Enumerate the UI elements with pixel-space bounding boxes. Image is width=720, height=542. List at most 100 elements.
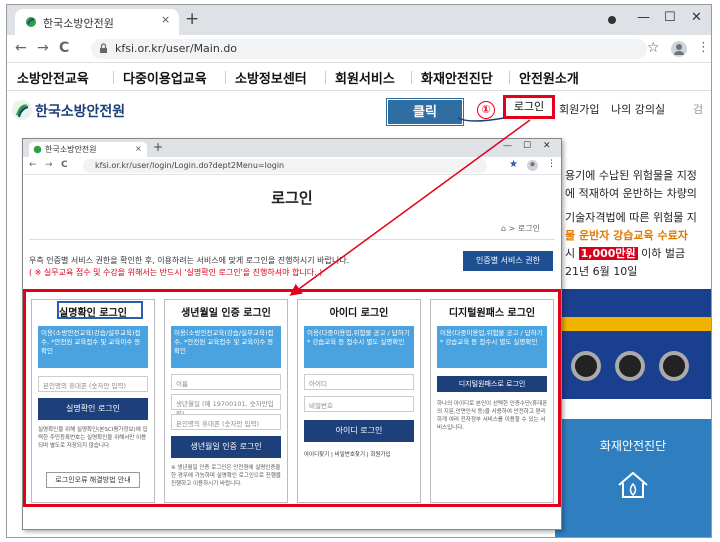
birthdate-login-info: 이용(소방안전교육(강습/실무교육)접수, *안전원 교육접수 및 교육이수 등… — [171, 326, 281, 368]
more-menu-icon[interactable]: ⋮ — [697, 40, 710, 55]
my-courses-link[interactable]: 나의 강의실 — [611, 101, 665, 117]
notice-banner: 용기에 수납된 위험물을 지정 에 적재하여 운반하는 차량의 기술자격법에 따… — [555, 139, 711, 537]
inner-new-tab-button[interactable]: + — [153, 140, 163, 154]
maximize-button[interactable]: ☐ — [664, 10, 676, 25]
record-icon[interactable] — [607, 15, 617, 25]
bookmark-star-icon[interactable]: ☆ — [647, 40, 660, 56]
id-login-panel: 아이디 로그인 이용(다중이용업,위험물 공고 / 답하기 * 강습교육 등 접… — [297, 299, 421, 503]
breadcrumb: ⌂ > 로그인 — [501, 224, 540, 233]
login-instructions: 우측 인증별 서비스 권한을 확인한 후, 이용하려는 서비스에 맞게 로그인을… — [29, 256, 350, 265]
close-window-button[interactable]: ✕ — [691, 10, 702, 25]
inner-address-bar[interactable]: kfsi.or.kr/user/login/Login.do?dept2Menu… — [83, 159, 487, 173]
login-warning: ( ※ 실무교육 접수 및 수강을 위해서는 반드시 '실명확인 로그인'을 진… — [29, 268, 323, 277]
lock-icon — [100, 43, 107, 53]
menu-divider — [325, 71, 326, 84]
menu-item-about[interactable]: 안전원소개 — [519, 68, 579, 87]
id-login-title: 아이디 로그인 — [329, 308, 389, 319]
inner-bookmark-star-icon[interactable]: ★ — [509, 159, 518, 170]
reload-button[interactable]: C — [59, 40, 69, 56]
banner-fine-suffix: 이하 벌금 — [637, 247, 686, 260]
menu-item-diagnosis[interactable]: 화재안전진단 — [421, 68, 493, 87]
forward-button[interactable]: → — [37, 40, 49, 56]
menu-item-multiuse[interactable]: 다중이용업교육 — [123, 68, 207, 87]
realname-login-button[interactable]: 실명확인 로그인 — [38, 398, 148, 420]
inner-tab-title: 한국소방안전원 — [45, 145, 97, 154]
inner-minimize-button[interactable]: — — [503, 141, 512, 151]
menu-item-education[interactable]: 소방안전교육 — [17, 68, 89, 87]
banner-line: 기술자격법에 따른 위험물 지 — [565, 211, 697, 224]
inner-forward-button[interactable]: → — [45, 160, 53, 170]
onepass-login-info: 이용(다중이용업,위험물 공고 / 답하기 * 강습교육 등 접수시 별도 실명… — [437, 326, 547, 368]
divider — [29, 239, 555, 240]
menu-divider — [509, 71, 510, 84]
profile-icon[interactable] — [671, 41, 687, 57]
inner-tab-close-icon[interactable]: × — [135, 144, 142, 153]
onepass-login-title: 디지털원패스 로그인 — [448, 308, 536, 319]
site-header: 한국소방안전원 클릭 ① 로그인 회원가입 나의 강의실 검 — [7, 91, 711, 133]
menu-item-info-center[interactable]: 소방정보센터 — [235, 68, 307, 87]
truck-wheel — [615, 351, 645, 381]
tab-close-icon[interactable]: × — [161, 13, 170, 26]
service-permission-button[interactable]: 인증별 서비스 권한 — [463, 251, 553, 271]
inner-more-menu-icon[interactable]: ⋮ — [547, 159, 556, 169]
onepass-login-button[interactable]: 디지털원패스로 로그인 — [437, 376, 547, 392]
join-link[interactable]: 회원가입 — [559, 101, 599, 117]
name-input[interactable]: 이름 — [171, 374, 281, 390]
birthdate-input[interactable]: 생년월일 (예 19700101, 숫자만입력) — [171, 394, 281, 418]
browser-tab[interactable]: 한국소방안전원 × — [15, 9, 179, 35]
inner-reload-button[interactable]: C — [61, 160, 68, 170]
inner-browser-tab[interactable]: 한국소방안전원 × — [29, 142, 147, 157]
birthdate-login-note: ※ 생년월일 인증 로그인은 안전원에 실명인증을 한 경우에 가능하며 실명확… — [171, 465, 281, 487]
back-button[interactable]: ← — [15, 40, 27, 56]
banner-line: 에 적재하여 운반하는 차량의 — [565, 187, 697, 200]
realname-login-note: 실명확인을 위해 실명확인(본SCI평가정보)에 입력한 주민등록번호는 실명확… — [38, 427, 148, 449]
id-login-button[interactable]: 아이디 로그인 — [304, 420, 414, 442]
logo-icon — [12, 100, 32, 120]
address-row: ← → C kfsi.or.kr/user/Main.do ☆ ⋮ — [7, 35, 711, 63]
inner-maximize-button[interactable]: ☐ — [523, 141, 531, 151]
tab-bar: 한국소방안전원 × + — ☐ ✕ — [7, 5, 711, 35]
fine-amount: 1,000만원 — [578, 247, 638, 260]
site-favicon-icon — [33, 145, 42, 154]
address-bar[interactable]: kfsi.or.kr/user/Main.do — [91, 39, 647, 59]
phone-input[interactable]: 본인명의 휴대폰 (숫자만 입력) — [171, 414, 281, 430]
new-tab-button[interactable]: + — [185, 9, 199, 29]
minimize-button[interactable]: — — [637, 10, 650, 25]
banner-fine-prefix: 시 — [565, 247, 579, 260]
fire-diagnosis-label: 화재안전진단 — [599, 439, 667, 453]
phone-input[interactable]: 본인명의 휴대폰 (숫자만 입력) — [38, 376, 148, 392]
inner-tab-bar: 한국소방안전원 × + — ☐ ✕ — [23, 139, 561, 157]
menu-item-member[interactable]: 회원서비스 — [335, 68, 395, 87]
banner-line: 용기에 수납된 위험물을 지정 — [565, 169, 697, 182]
inner-close-button[interactable]: ✕ — [543, 141, 551, 151]
inner-address-url: kfsi.or.kr/user/login/Login.do?dept2Menu… — [95, 161, 285, 170]
inner-profile-icon[interactable] — [527, 160, 538, 171]
site-favicon-icon — [26, 17, 36, 27]
truck-wheel — [659, 351, 689, 381]
logo-text[interactable]: 한국소방안전원 — [35, 101, 125, 121]
id-input[interactable]: 아이디 — [304, 374, 414, 390]
fire-diagnosis-panel[interactable]: 화재안전진단 — [555, 419, 711, 537]
account-links[interactable]: 아이디찾기 | 비밀번호찾기 | 회원가입 — [304, 450, 391, 458]
truck-illustration — [555, 289, 711, 399]
inner-login-window: 한국소방안전원 × + — ☐ ✕ ← → C kfsi.or.kr/user/… — [22, 138, 562, 530]
birthdate-login-button[interactable]: 생년월일 인증 로그인 — [171, 436, 281, 458]
banner-line-highlight: 물 운반자 강습교육 수료자 — [565, 229, 688, 242]
login-page-title: 로그인 — [271, 189, 313, 207]
site-main-menu: 소방안전교육 다중이용업교육 소방정보센터 회원서비스 화재안전진단 안전원소개 — [7, 63, 711, 91]
id-login-info: 이용(다중이용업,위험물 공고 / 답하기 * 강습교육 등 접수시 별도 실명… — [304, 326, 414, 368]
menu-divider — [225, 71, 226, 84]
birthdate-login-title: 생년월일 인증 로그인 — [181, 308, 271, 319]
truck-wheel — [571, 351, 601, 381]
realname-login-panel: 실명확인 로그인 이용(소방안전교육(강습/실무교육)접수, *안전원 교육접수… — [31, 299, 155, 503]
search-stub[interactable]: 검 — [693, 101, 703, 117]
inner-back-button[interactable]: ← — [29, 160, 37, 170]
address-url: kfsi.or.kr/user/Main.do — [115, 42, 238, 55]
login-error-help-button[interactable]: 로그인오류 해결방법 안내 — [46, 472, 140, 488]
menu-divider — [411, 71, 412, 84]
realname-login-info: 이용(소방안전교육(강습/실무교육)접수, *안전원 교육접수 및 교육이수 등… — [38, 326, 148, 368]
login-link[interactable]: 로그인 — [503, 95, 555, 119]
realname-title-highlight — [57, 301, 143, 319]
house-fire-icon — [618, 471, 648, 498]
password-input[interactable]: 비밀번호 — [304, 396, 414, 412]
